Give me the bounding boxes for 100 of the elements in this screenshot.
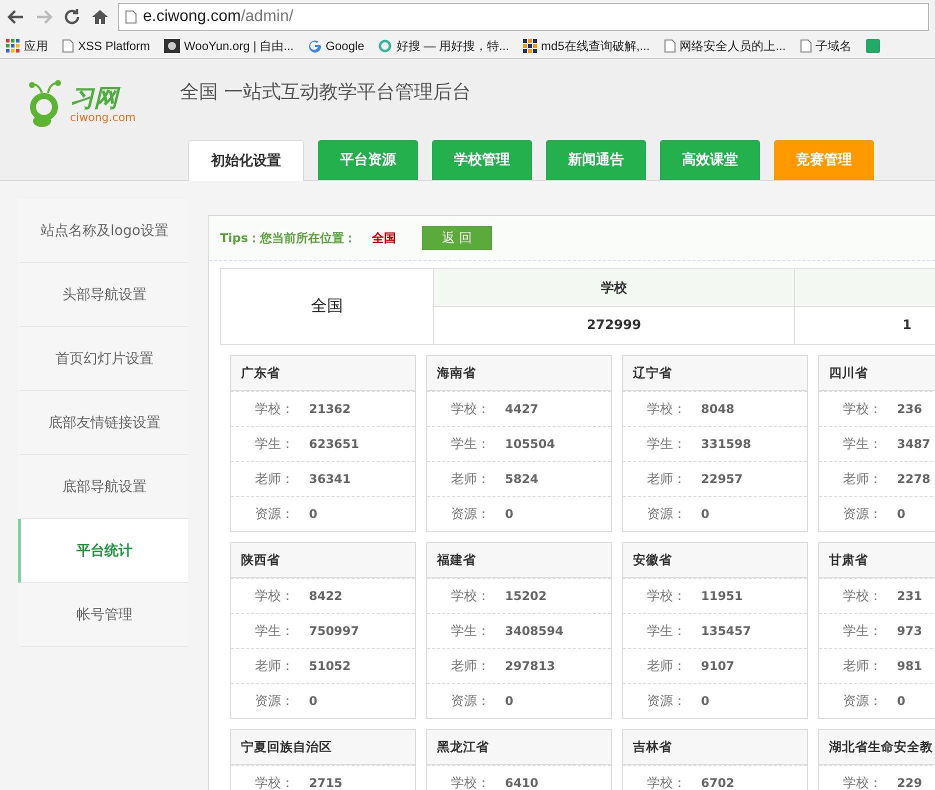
province-name: 吉林省 xyxy=(623,730,807,765)
stat-label: 资源： xyxy=(450,506,491,523)
stat-value: 0 xyxy=(897,507,906,521)
bookmark-link[interactable]: 好搜 — 用好搜，特... xyxy=(378,38,510,54)
bookmark-link[interactable]: md5在线查询破解,... xyxy=(523,38,650,54)
stat-label: 老师： xyxy=(646,658,687,675)
back-button[interactable]: 返 回 xyxy=(422,226,492,250)
stat-value: 4427 xyxy=(505,402,538,416)
stat-label: 学生： xyxy=(646,436,687,453)
stat-value: 36341 xyxy=(309,472,351,486)
province-name: 海南省 xyxy=(427,356,611,391)
stat-value: 8422 xyxy=(309,589,342,603)
stat-value: 236 xyxy=(897,402,922,416)
stat-value: 11951 xyxy=(701,589,743,603)
stat-label: 学生： xyxy=(450,623,491,640)
stat-label: 资源： xyxy=(254,506,295,523)
stat-label: 学校： xyxy=(254,775,295,790)
bookmark-link[interactable]: 应用 xyxy=(6,38,48,54)
stat-label: 资源： xyxy=(450,693,491,710)
stat-label: 老师： xyxy=(450,471,491,488)
apps-grid-icon xyxy=(6,39,20,53)
stat-value: 9107 xyxy=(701,659,734,673)
bookmark-link[interactable]: WooYun.org | 自由... xyxy=(164,38,294,54)
sidebar-item[interactable]: 平台统计 xyxy=(18,519,188,583)
stat-value: 3487 xyxy=(897,437,930,451)
region-cell: 全国 xyxy=(220,268,434,344)
ring-icon xyxy=(378,39,392,53)
stat-label: 学生： xyxy=(842,623,883,640)
reload-icon[interactable] xyxy=(62,7,82,27)
stat-label: 学校： xyxy=(842,588,883,605)
stat-value: 0 xyxy=(897,694,906,708)
page-icon xyxy=(664,39,676,53)
stat-value: 105504 xyxy=(505,437,556,451)
stat-label: 老师： xyxy=(646,471,687,488)
stat-label: 资源： xyxy=(842,506,883,523)
stat-value: 3408594 xyxy=(505,624,564,638)
stat-label: 老师： xyxy=(450,658,491,675)
stat-label: 学校： xyxy=(254,401,295,418)
stat-label: 学校： xyxy=(646,588,687,605)
stat-value: 2278 xyxy=(897,472,930,486)
stat-label: 学生： xyxy=(646,623,687,640)
address-bar[interactable]: e.ciwong.com/admin/ xyxy=(118,3,929,31)
table-cell: 272999 xyxy=(434,306,794,344)
nav-tab[interactable]: 平台资源 xyxy=(318,140,418,180)
stat-label: 老师： xyxy=(254,471,295,488)
stat-label: 学校： xyxy=(450,401,491,418)
stat-label: 资源： xyxy=(842,693,883,710)
province-name: 辽宁省 xyxy=(623,356,807,391)
stat-value: 0 xyxy=(309,694,318,708)
bookmark-link[interactable]: Google xyxy=(308,39,364,53)
stat-value: 0 xyxy=(505,694,514,708)
stat-value: 5824 xyxy=(505,472,538,486)
province-name: 广东省 xyxy=(231,356,415,391)
page-icon xyxy=(62,39,74,53)
stat-value: 135457 xyxy=(701,624,752,638)
province-name: 湖北省生命安全教 xyxy=(819,730,935,765)
stat-label: 老师： xyxy=(254,658,295,675)
page-icon xyxy=(125,10,137,24)
stat-label: 学生： xyxy=(254,623,295,640)
stat-value: 623651 xyxy=(309,437,360,451)
page-title: 全国 一站式互动教学平台管理后台 xyxy=(180,80,472,105)
stat-value: 229 xyxy=(897,776,922,790)
stat-label: 学校： xyxy=(646,401,687,418)
logo-name: 习网 xyxy=(70,85,136,111)
stat-label: 学校： xyxy=(450,775,491,790)
bookmark-link[interactable]: 子域名 xyxy=(800,38,852,54)
stat-value: 21362 xyxy=(309,402,351,416)
stat-label: 老师： xyxy=(842,471,883,488)
stat-label: 资源： xyxy=(254,693,295,710)
bookmark-link[interactable]: 网络安全人员的上... xyxy=(664,38,786,54)
location-text: 全国 xyxy=(372,230,398,246)
stat-value: 973 xyxy=(897,624,922,638)
nav-tab[interactable]: 学校管理 xyxy=(432,140,532,180)
stat-label: 学生： xyxy=(254,436,295,453)
province-name: 宁夏回族自治区 xyxy=(231,730,415,765)
stat-label: 资源： xyxy=(646,693,687,710)
stat-value: 8048 xyxy=(701,402,734,416)
stat-value: 0 xyxy=(701,507,710,521)
logo-domain: ciwong.com xyxy=(70,111,136,124)
stat-value: 6410 xyxy=(505,776,538,790)
stat-label: 学校： xyxy=(842,775,883,790)
province-name: 黑龙江省 xyxy=(427,730,611,765)
stat-value: 2715 xyxy=(309,776,342,790)
stat-label: 老师： xyxy=(842,658,883,675)
stat-value: 331598 xyxy=(701,437,752,451)
app-icon xyxy=(866,39,880,53)
nav-tab[interactable]: 高效课堂 xyxy=(660,140,760,180)
stat-label: 学生： xyxy=(842,436,883,453)
province-name: 安徽省 xyxy=(623,543,807,578)
site-icon xyxy=(164,39,180,53)
stat-value: 297813 xyxy=(505,659,556,673)
nav-tab[interactable]: 新闻通告 xyxy=(546,140,646,180)
bookmark-link[interactable]: XSS Platform xyxy=(62,39,150,53)
home-icon[interactable] xyxy=(90,7,110,27)
stat-value: 981 xyxy=(897,659,922,673)
stat-value: 15202 xyxy=(505,589,547,603)
stat-label: 学校： xyxy=(646,775,687,790)
province-name: 陕西省 xyxy=(231,543,415,578)
nav-tab[interactable]: 初始化设置 xyxy=(188,140,304,181)
grid-icon xyxy=(523,39,538,53)
